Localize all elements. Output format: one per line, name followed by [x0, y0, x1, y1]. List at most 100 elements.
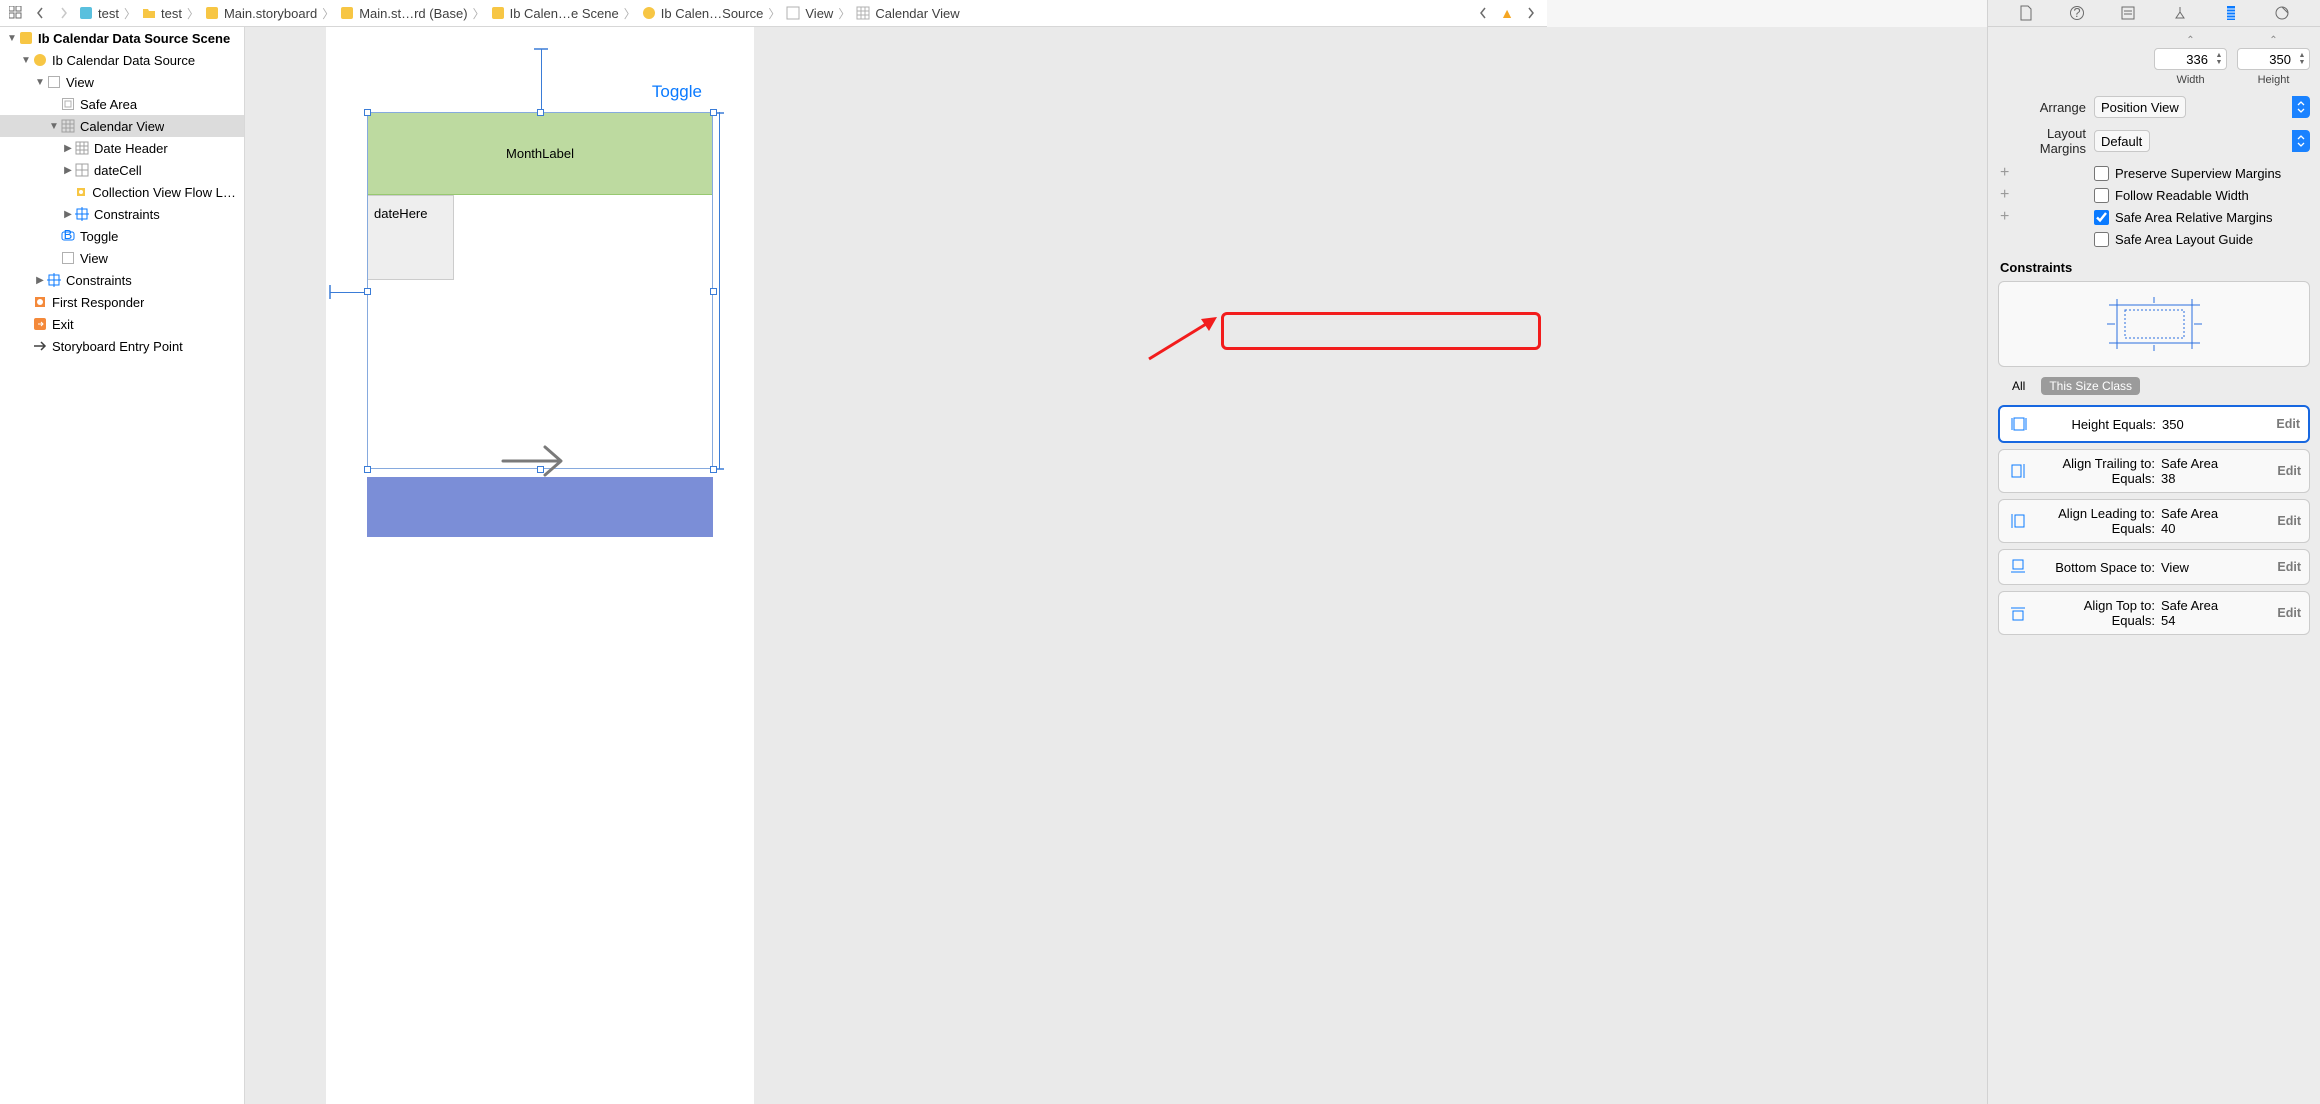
back-button[interactable] [31, 4, 49, 22]
stepper-icon[interactable]: ▲▼ [2296, 49, 2308, 69]
disclosure-triangle[interactable]: ▶ [62, 165, 74, 176]
stepper-icon[interactable]: ▲▼ [2213, 49, 2225, 69]
outline-row[interactable]: ▶dateCell [0, 159, 244, 181]
resize-handle[interactable] [710, 109, 717, 116]
layout-margins-select[interactable]: Default [2094, 130, 2150, 152]
constraint-icon [2007, 510, 2029, 532]
preserve-margins-row[interactable]: + Preserve Superview Margins [1998, 164, 2310, 182]
disclosure-triangle[interactable]: ▼ [34, 77, 46, 88]
exit-icon [32, 316, 48, 332]
issue-forward-button[interactable] [1522, 4, 1540, 22]
tab-this-size-class[interactable]: This Size Class [2041, 377, 2140, 395]
width-field[interactable]: ▲▼ [2154, 48, 2227, 70]
issue-back-button[interactable] [1474, 4, 1492, 22]
readable-width-checkbox[interactable] [2094, 188, 2109, 203]
outline-row[interactable]: ▶Collection View Flow Lay… [0, 181, 244, 203]
outline-label: Toggle [80, 229, 118, 244]
constraint-row[interactable]: Height Equals:350Edit [1998, 405, 2310, 443]
width-label: Width [2154, 74, 2227, 86]
flow-icon [73, 184, 88, 200]
canvas[interactable]: Toggle MonthLabel dateHere [245, 27, 1987, 1104]
connections-inspector-tab[interactable] [2272, 3, 2292, 23]
disclosure-triangle[interactable]: ▼ [48, 121, 60, 132]
edit-button[interactable]: Edit [2277, 560, 2301, 574]
outline-row[interactable]: ▶Date Header [0, 137, 244, 159]
safe-area-guide-label: Safe Area Layout Guide [2115, 232, 2253, 247]
crumb-scene[interactable]: Ib Calen…e Scene [488, 5, 621, 21]
crumb-storyboard[interactable]: Main.storyboard [202, 5, 319, 21]
edit-button[interactable]: Edit [2277, 606, 2301, 620]
size-inspector-tab[interactable] [2221, 3, 2241, 23]
constraint-row[interactable]: Align Top to:Safe AreaEquals:54Edit [1998, 591, 2310, 635]
disclosure-triangle[interactable]: ▼ [6, 33, 18, 44]
crumb-view[interactable]: View [783, 5, 835, 21]
disclosure-triangle[interactable]: ▶ [62, 143, 74, 154]
edit-button[interactable]: Edit [2277, 514, 2301, 528]
constraint-text: Bottom Space to:View [2035, 560, 2277, 575]
file-inspector-tab[interactable] [2016, 3, 2036, 23]
outline-row[interactable]: ▼View [0, 71, 244, 93]
add-variation-icon[interactable]: + [1998, 208, 2094, 226]
constraint-row[interactable]: Bottom Space to:ViewEdit [1998, 549, 2310, 585]
outline-row[interactable]: ▶Exit [0, 313, 244, 335]
outline-row[interactable]: ▶First Responder [0, 291, 244, 313]
outline-row[interactable]: ▶Constraints [0, 269, 244, 291]
outline-row[interactable]: ▶Safe Area [0, 93, 244, 115]
outline-row[interactable]: ▼Ib Calendar Data Source Scene [0, 27, 244, 49]
crumb-label: test [161, 6, 182, 21]
document-outline[interactable]: ▼Ib Calendar Data Source Scene▼Ib Calend… [0, 27, 245, 1104]
resize-handle[interactable] [537, 109, 544, 116]
forward-button[interactable] [55, 4, 73, 22]
constraint-diagram[interactable] [1998, 281, 2310, 367]
constraint-row[interactable]: Align Trailing to:Safe AreaEquals:38Edit [1998, 449, 2310, 493]
constraints-icon [74, 206, 90, 222]
resize-handle[interactable] [710, 466, 717, 473]
month-label[interactable]: MonthLabel [367, 112, 713, 195]
outline-row[interactable]: ▶BToggle [0, 225, 244, 247]
crumb-label: Ib Calen…Source [661, 6, 764, 21]
outline-label: Collection View Flow Lay… [92, 185, 240, 200]
related-items-icon[interactable] [7, 4, 25, 22]
outline-row[interactable]: ▶View [0, 247, 244, 269]
crumb-calendar[interactable]: Calendar View [853, 5, 961, 21]
constraint-row[interactable]: Align Leading to:Safe AreaEquals:40Edit [1998, 499, 2310, 543]
arrange-select[interactable]: Position View [2094, 96, 2186, 118]
edit-button[interactable]: Edit [2277, 464, 2301, 478]
toggle-button[interactable]: Toggle [652, 82, 702, 102]
resize-handle[interactable] [364, 466, 371, 473]
help-inspector-tab[interactable]: ? [2067, 3, 2087, 23]
readable-width-row[interactable]: + Follow Readable Width [1998, 186, 2310, 204]
disclosure-triangle[interactable]: ▶ [34, 275, 46, 286]
crumb-base[interactable]: Main.st…rd (Base) [337, 5, 469, 21]
tab-all[interactable]: All [2004, 377, 2033, 395]
constraints-section-title: Constraints [1998, 252, 2310, 281]
safe-area-margins-checkbox[interactable] [2094, 210, 2109, 225]
add-variation-icon[interactable]: + [1998, 186, 2094, 204]
disclosure-triangle[interactable]: ▶ [62, 209, 74, 220]
outline-row[interactable]: ▶Constraints [0, 203, 244, 225]
crumb-root[interactable]: test [76, 5, 121, 21]
first-icon [32, 294, 48, 310]
add-variation-icon[interactable]: + [1998, 164, 2094, 182]
bottom-view[interactable] [367, 477, 713, 537]
identity-inspector-tab[interactable] [2118, 3, 2138, 23]
edit-button[interactable]: Edit [2276, 417, 2300, 431]
outline-row[interactable]: ▶Storyboard Entry Point [0, 335, 244, 357]
crumb-label: test [98, 6, 119, 21]
crumb-folder[interactable]: test [139, 5, 184, 21]
attributes-inspector-tab[interactable] [2170, 3, 2190, 23]
resize-handle[interactable] [710, 288, 717, 295]
outline-row[interactable]: ▼Ib Calendar Data Source [0, 49, 244, 71]
outline-row[interactable]: ▼Calendar View [0, 115, 244, 137]
safe-area-margins-row[interactable]: + Safe Area Relative Margins [1998, 208, 2310, 226]
preserve-margins-checkbox[interactable] [2094, 166, 2109, 181]
disclosure-triangle[interactable]: ▼ [20, 55, 32, 66]
crumb-vc[interactable]: Ib Calen…Source [639, 5, 766, 21]
resize-handle[interactable] [364, 288, 371, 295]
date-cell[interactable]: dateHere [367, 195, 454, 280]
height-field[interactable]: ▲▼ [2237, 48, 2310, 70]
resize-handle[interactable] [364, 109, 371, 116]
safe-area-guide-row[interactable]: + Safe Area Layout Guide [1998, 230, 2310, 248]
warning-icon[interactable]: ▲ [1498, 4, 1516, 22]
safe-area-guide-checkbox[interactable] [2094, 232, 2109, 247]
